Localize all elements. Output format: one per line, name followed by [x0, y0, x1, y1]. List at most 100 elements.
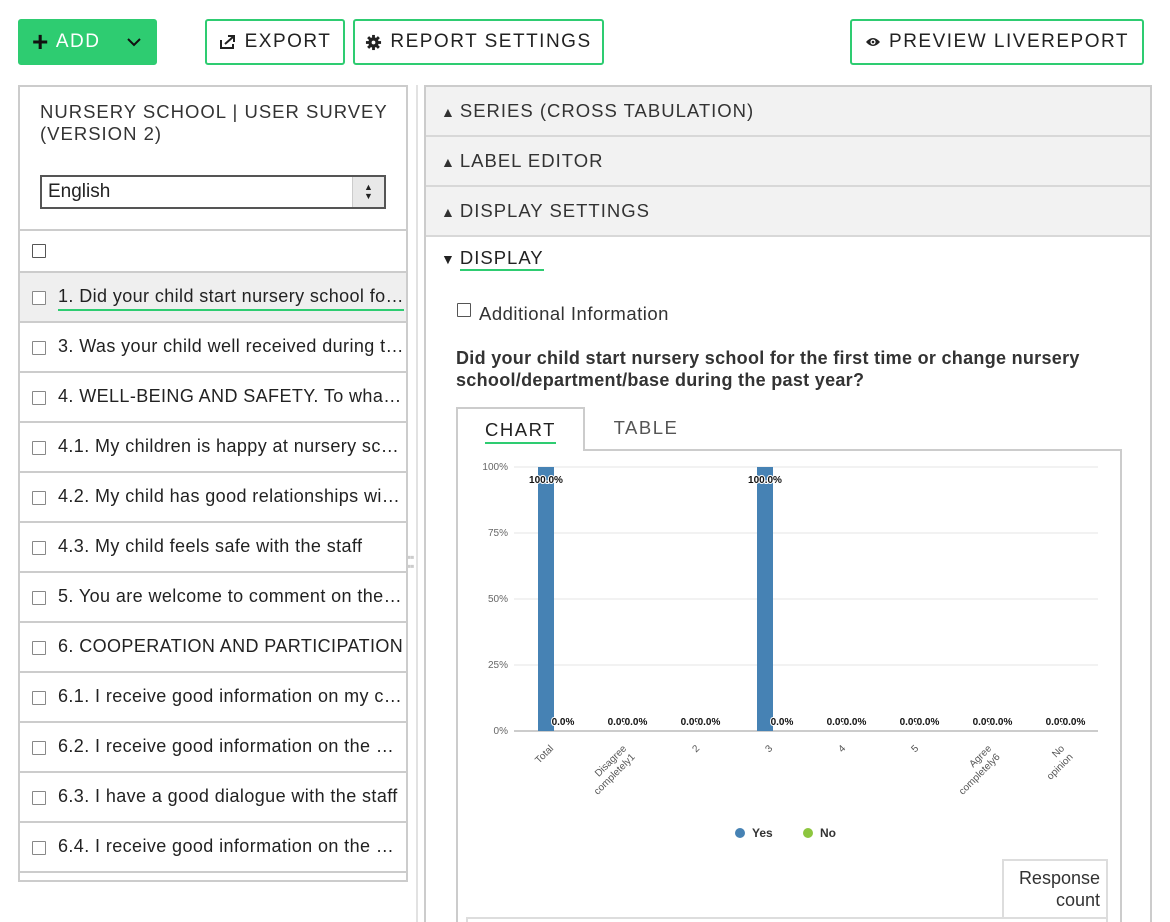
data-label: 0.0%	[990, 717, 1013, 728]
question-label: 3. Was your child well received during t…	[58, 336, 404, 356]
question-label: 4. WELL-BEING AND SAFETY. To what extent…	[58, 386, 404, 406]
x-tick-label-line: 3	[763, 743, 775, 755]
question-checkbox[interactable]	[32, 441, 46, 455]
plus-icon: +	[32, 26, 50, 57]
add-button[interactable]: + ADD	[18, 19, 157, 65]
data-label: 100.0%	[529, 475, 563, 486]
question-checkbox[interactable]	[32, 491, 46, 505]
section-label: SERIES (CROSS TABULATION)	[459, 100, 755, 121]
x-tick-label: 3	[763, 743, 775, 755]
add-button-label: ADD	[55, 31, 101, 52]
x-tick-label: Disagreecompletely1	[584, 743, 638, 797]
display-label: DISPLAY	[459, 247, 544, 271]
question-list-item[interactable]: 1. Did your child start nursery school f…	[20, 273, 406, 323]
tab-chart[interactable]: CHART	[456, 407, 585, 451]
question-checkbox[interactable]	[32, 741, 46, 755]
additional-info-label: Additional Information	[479, 303, 669, 324]
data-label: 0.0%	[625, 717, 648, 728]
question-list-item[interactable]: 6.2. I receive good information on the n…	[20, 723, 406, 773]
tab-table-label: TABLE	[613, 417, 679, 438]
question-checkbox[interactable]	[32, 691, 46, 705]
bar-yes	[538, 467, 554, 731]
data-label: 0.0%	[698, 717, 721, 728]
legend-marker-no	[803, 828, 813, 838]
tab-table[interactable]: TABLE	[596, 407, 696, 449]
export-icon	[219, 35, 235, 49]
question-checkbox[interactable]	[32, 641, 46, 655]
language-select[interactable]: English ▲ ▼	[40, 175, 386, 209]
question-list-item[interactable]: 4.3. My child feels safe with the staff	[20, 523, 406, 573]
data-label: 0.0%	[552, 717, 575, 728]
additional-info-checkbox[interactable]	[457, 303, 471, 317]
question-label: 6.2. I receive good information on the n…	[58, 736, 404, 756]
question-label: 1. Did your child start nursery school f…	[58, 286, 404, 311]
question-label: 5. You are welcome to comment on the que…	[58, 586, 404, 606]
question-list-item[interactable]: 6.1. I receive good information on my ch…	[20, 673, 406, 723]
legend-marker-yes	[735, 828, 745, 838]
results-table	[466, 917, 1108, 922]
legend-label-yes: Yes	[752, 826, 773, 840]
question-list-item[interactable]: 6. COOPERATION AND PARTICIPATION	[20, 623, 406, 673]
section-series-cross-tabulation[interactable]: ▲ SERIES (CROSS TABULATION)	[426, 87, 1150, 137]
x-tick-label-line: Total	[533, 743, 556, 766]
question-checkbox[interactable]	[32, 291, 46, 305]
question-title: Did your child start nursery school for …	[456, 348, 1080, 390]
eye-icon	[866, 38, 881, 46]
panel-splitter[interactable]	[416, 85, 418, 922]
question-label: 6.1. I receive good information on my ch…	[58, 686, 404, 706]
section-label-editor[interactable]: ▲ LABEL EDITOR	[426, 137, 1150, 187]
preview-livereport-label: PREVIEW LIVEREPORT	[889, 31, 1129, 52]
select-all-row	[20, 229, 406, 273]
preview-livereport-button[interactable]: PREVIEW LIVEREPORT	[850, 19, 1144, 65]
x-tick-label: Total	[533, 743, 556, 766]
triangle-up-icon: ▲	[441, 154, 456, 170]
question-checkbox[interactable]	[32, 341, 46, 355]
data-label: 0.0%	[844, 717, 867, 728]
question-checkbox[interactable]	[32, 591, 46, 605]
y-tick-label: 0%	[494, 726, 509, 737]
section-label: DISPLAY SETTINGS	[459, 200, 650, 221]
x-tick-label-line: 2	[690, 743, 702, 755]
question-list-item[interactable]: 4.2. My child has good relationships wit…	[20, 473, 406, 523]
legend-label-no: No	[820, 826, 836, 840]
section-display-settings[interactable]: ▲ DISPLAY SETTINGS	[426, 187, 1150, 237]
question-checkbox[interactable]	[32, 841, 46, 855]
question-list-item[interactable]: 6.4. I receive good information on the n…	[20, 823, 406, 873]
bar-chart: 0% 25% 50% 75% 100% 100.0% 0.0% Total 0.0% 0.0% Di…	[482, 462, 1098, 840]
x-tick-label: Agreecompletely6	[949, 743, 1003, 797]
triangle-up-icon: ▲	[441, 204, 456, 220]
question-list-item[interactable]: 5. You are welcome to comment on the que…	[20, 573, 406, 623]
y-tick-label: 100%	[482, 462, 508, 473]
gear-icon	[366, 34, 382, 50]
drag-handle-icon[interactable]: ▪▪ ▪▪	[407, 551, 425, 573]
select-all-checkbox[interactable]	[32, 244, 46, 258]
section-display[interactable]: ▼ DISPLAY	[441, 247, 544, 271]
question-label: 4.1. My children is happy at nursery sch…	[58, 436, 404, 456]
report-settings-button[interactable]: REPORT SETTINGS	[353, 19, 604, 65]
data-label: 0.0%	[1063, 717, 1086, 728]
question-list-item[interactable]: 4. WELL-BEING AND SAFETY. To what extent…	[20, 373, 406, 423]
triangle-down-icon: ▼	[441, 251, 456, 267]
data-label: 0.0%	[917, 717, 940, 728]
question-list-item[interactable]: 6.3. I have a good dialogue with the sta…	[20, 773, 406, 823]
question-checkbox[interactable]	[32, 391, 46, 405]
select-arrows-icon: ▲ ▼	[352, 177, 384, 207]
question-label: 6.3. I have a good dialogue with the sta…	[58, 786, 398, 806]
x-tick-label: 5	[909, 743, 921, 755]
bar-yes	[757, 467, 773, 731]
section-label: LABEL EDITOR	[459, 150, 604, 171]
export-button[interactable]: EXPORT	[205, 19, 345, 65]
question-checkbox[interactable]	[32, 791, 46, 805]
x-tick-label: 2	[690, 743, 702, 755]
question-list-item[interactable]: 4.1. My children is happy at nursery sch…	[20, 423, 406, 473]
triangle-up-icon: ▲	[441, 104, 456, 120]
question-list-item[interactable]: 3. Was your child well received during t…	[20, 323, 406, 373]
question-checkbox[interactable]	[32, 541, 46, 555]
chevron-down-icon	[127, 38, 142, 47]
x-tick-label: 4	[836, 743, 848, 755]
y-tick-label: 50%	[488, 594, 508, 605]
question-label: 6. COOPERATION AND PARTICIPATION	[58, 636, 404, 656]
data-label: 0.0%	[771, 717, 794, 728]
question-label: 4.3. My child feels safe with the staff	[58, 536, 363, 556]
x-tick-label-line: 5	[909, 743, 921, 755]
